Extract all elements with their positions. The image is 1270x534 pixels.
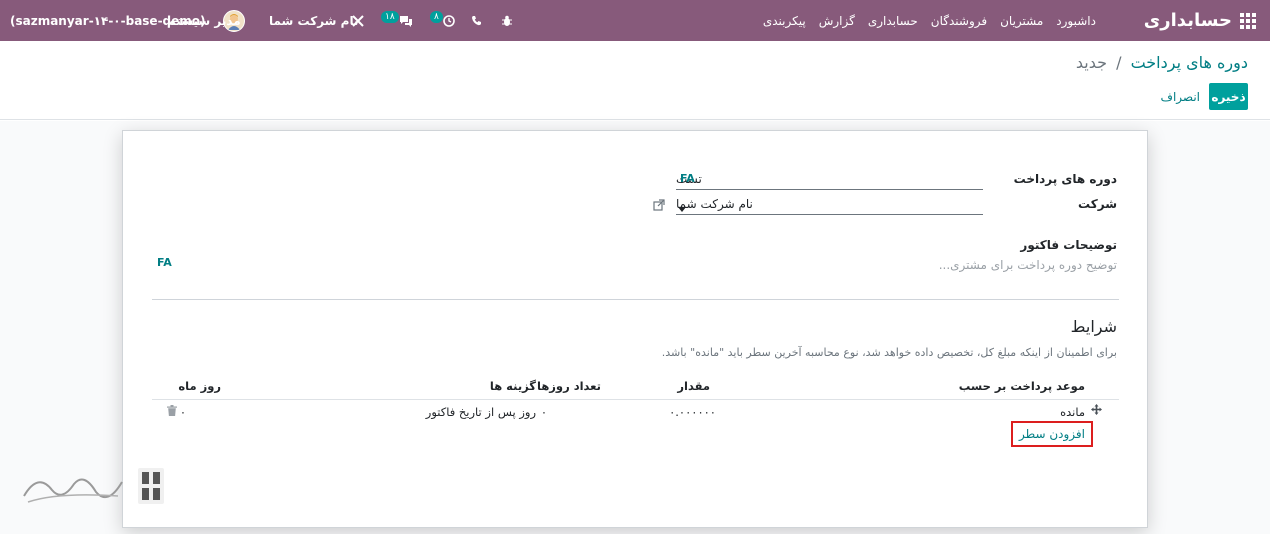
payment-terms-input[interactable]: تست <box>676 168 983 190</box>
row-due-type[interactable]: مانده <box>1060 405 1085 419</box>
activity-count-badge: ۸ <box>430 10 443 23</box>
breadcrumb: دوره های پرداخت / جدید <box>1076 53 1248 72</box>
translate-button-description[interactable]: FA <box>157 256 172 269</box>
menu-reporting[interactable]: گزارش <box>819 14 855 28</box>
table-header-divider <box>152 399 1119 400</box>
row-amount[interactable]: ۰.۰۰۰۰۰۰ <box>669 405 716 419</box>
breadcrumb-separator: / <box>1116 53 1122 72</box>
clock-icon <box>443 14 455 27</box>
company-value: نام شرکت شما <box>676 196 753 211</box>
debug-icon[interactable] <box>501 0 513 41</box>
activity-indicator[interactable]: ۸ <box>428 0 455 41</box>
chat-icon <box>399 15 412 27</box>
apps-menu-icon[interactable] <box>1240 0 1256 41</box>
breadcrumb-current: جدید <box>1075 53 1107 72</box>
app-title[interactable]: حسابداری <box>1144 0 1232 41</box>
logo-watermark <box>18 462 168 512</box>
messages-count-badge: ۱۸ <box>381 10 399 23</box>
main-menu: داشبورد مشتریان فروشندگان حسابداری گزارش… <box>763 0 1096 41</box>
row-days[interactable]: ۰ <box>541 405 547 419</box>
col-due-type[interactable]: موعد پرداخت بر حسب <box>959 379 1085 393</box>
col-day-of-month[interactable]: روز ماه <box>178 379 221 393</box>
invoice-description-input[interactable]: توضیح دوره پرداخت برای مشتری... <box>939 258 1117 272</box>
invoice-description-label: توضیحات فاکتور <box>1020 238 1117 252</box>
menu-vendors[interactable]: فروشندگان <box>931 14 987 28</box>
phone-icon[interactable] <box>471 0 482 41</box>
company-select[interactable]: نام شرکت شما <box>676 193 983 215</box>
company-switcher[interactable]: نام شرکت شما <box>269 0 358 41</box>
form-sheet: دوره های پرداخت تست FA شرکت نام شرکت شما… <box>122 130 1148 528</box>
discard-button[interactable]: انصراف <box>1161 83 1200 110</box>
terms-hint: برای اطمینان از اینکه مبلغ کل، تخصیص داد… <box>661 346 1117 359</box>
add-line-button[interactable]: افزودن سطر <box>1011 421 1093 447</box>
menu-configuration[interactable]: پیکربندی <box>763 14 806 28</box>
messages-indicator[interactable]: ۱۸ <box>379 0 413 41</box>
menu-customers[interactable]: مشتریان <box>1000 14 1043 28</box>
trash-icon[interactable] <box>167 405 177 419</box>
menu-dashboard[interactable]: داشبورد <box>1056 14 1096 28</box>
payment-terms-label: دوره های پرداخت <box>1013 172 1117 186</box>
row-day-of-month[interactable]: ۰ <box>180 405 186 419</box>
control-panel: دوره های پرداخت / جدید ذخیره انصراف <box>0 41 1270 120</box>
external-link-icon[interactable] <box>653 199 665 214</box>
divider <box>152 299 1119 300</box>
save-button[interactable]: ذخیره <box>1209 83 1248 110</box>
breadcrumb-parent[interactable]: دوره های پرداخت <box>1131 53 1248 72</box>
dropdown-caret-icon[interactable] <box>678 201 686 215</box>
menu-accounting[interactable]: حسابداری <box>868 14 918 28</box>
top-navbar: حسابداری داشبورد مشتریان فروشندگان حسابد… <box>0 0 1270 41</box>
col-amount[interactable]: مقدار <box>677 379 710 393</box>
drag-handle-icon[interactable] <box>1091 404 1102 418</box>
col-days[interactable]: تعداد روزها <box>537 379 601 393</box>
company-label: شرکت <box>1078 197 1117 211</box>
col-option[interactable]: گزینه ها <box>490 379 536 393</box>
database-name: (sazmanyar-۱۴-۰-base-demo) <box>10 13 206 28</box>
row-option[interactable]: روز پس از تاریخ فاکتور <box>426 405 536 419</box>
translate-button[interactable]: FA <box>680 172 695 185</box>
terms-section-title: شرایط <box>1070 317 1117 336</box>
